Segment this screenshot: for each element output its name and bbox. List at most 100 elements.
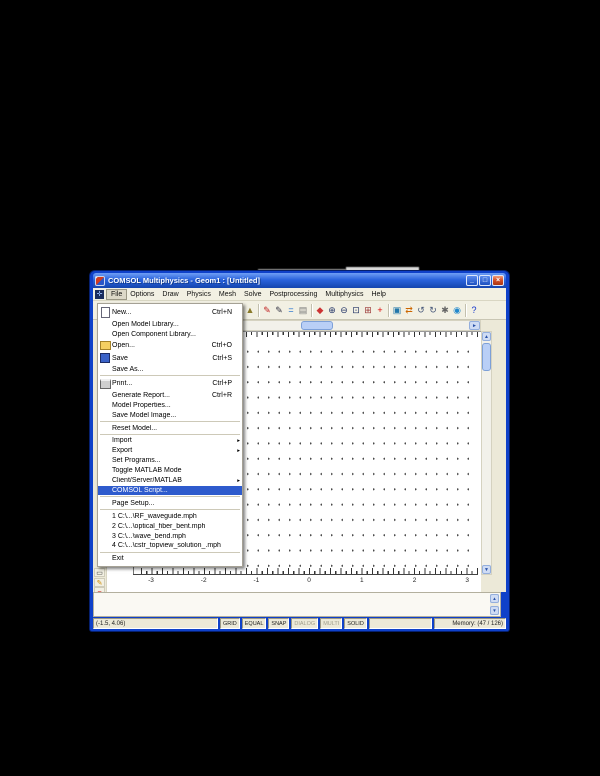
menu-item-multiphysics[interactable]: Multiphysics — [321, 290, 367, 299]
file-menu-item-exit[interactable]: Exit — [98, 554, 242, 564]
draw-mode-icon[interactable]: ✎ — [261, 303, 273, 317]
window-title: COMSOL Multiphysics - Geom1 : [Untitled] — [108, 276, 260, 285]
title-bar[interactable]: COMSOL Multiphysics - Geom1 : [Untitled]… — [93, 273, 506, 288]
menu-item-physics[interactable]: Physics — [183, 290, 215, 299]
menu-item-label: 4 C:\...\cstr_topview_solution_.mph — [112, 542, 221, 550]
file-menu-item-open[interactable]: Open... Ctrl+O — [98, 340, 242, 352]
x-axis-label: 1 — [359, 577, 364, 584]
file-menu-item-2-c-optical-fiber-bent-mph[interactable]: 2 C:\...\optical_fiber_bent.mph — [98, 521, 242, 531]
status-toggle-dialog[interactable]: DIALOG — [291, 618, 319, 629]
menu-item-mesh[interactable]: Mesh — [215, 290, 240, 299]
settings-icon[interactable]: ✱ — [439, 303, 451, 317]
file-menu-item-print[interactable]: Print... Ctrl+P — [98, 377, 242, 390]
menu-item-label: Model Properties... — [112, 401, 171, 409]
menu-item-icon-slot — [98, 341, 112, 351]
model-navigator-icon[interactable]: ▲ — [244, 303, 256, 317]
menu-item-shortcut: Ctrl+S — [212, 354, 232, 362]
status-toggle-solid[interactable]: SOLID — [344, 618, 367, 629]
x-axis-label: 3 — [465, 577, 469, 584]
help-icon[interactable]: ? — [468, 303, 480, 317]
file-menu-item-export[interactable]: Export ▸ — [98, 446, 242, 456]
menu-item-file[interactable]: File — [107, 289, 127, 299]
scroll-up-icon[interactable]: ▲ — [482, 332, 491, 341]
menu-item-draw[interactable]: Draw — [158, 290, 182, 299]
file-menu-item-open-model-library[interactable]: Open Model Library... — [98, 320, 242, 330]
menu-item-label: Export — [112, 447, 133, 455]
menu-item-label: Set Programs... — [112, 457, 161, 465]
menu-item-label: Open... — [112, 342, 135, 350]
menu-item-help[interactable]: Help — [368, 290, 390, 299]
x-axis-label: -1 — [253, 577, 260, 584]
cursor-coordinates: (-1.5, 4.06) — [93, 618, 218, 629]
geom-window-icon[interactable]: ✛ — [95, 289, 104, 299]
file-menu-item-page-setup[interactable]: Page Setup... — [98, 498, 242, 508]
log-scroll-down-icon[interactable]: ▼ — [490, 606, 499, 615]
menu-item-solve[interactable]: Solve — [240, 290, 266, 299]
file-menu-item-1-c-rf-waveguide-mph[interactable]: 1 C:\...\RF_waveguide.mph — [98, 511, 242, 521]
maximize-button[interactable]: □ — [479, 275, 491, 286]
physics-mode-icon[interactable]: ✎ — [273, 303, 285, 317]
log-scrollbar[interactable]: ▲ ▼ — [490, 594, 499, 615]
select-objects-icon[interactable]: ▣ — [391, 303, 403, 317]
file-menu-item-new[interactable]: New... Ctrl+N — [98, 306, 242, 320]
file-menu-item-4-c-cstr-topview-solution-mph[interactable]: 4 C:\...\cstr_topview_solution_.mph — [98, 541, 242, 551]
zoom-extents-icon[interactable]: ⊞ — [362, 303, 374, 317]
menu-item-postprocessing[interactable]: Postprocessing — [266, 290, 322, 299]
file-menu-item-save-as[interactable]: Save As... — [98, 365, 242, 375]
file-menu-item-import[interactable]: Import ▸ — [98, 436, 242, 446]
message-log[interactable]: ▲ ▼ — [93, 592, 501, 617]
pan-icon[interactable]: ⇄ — [403, 303, 415, 317]
menu-item-shortcut: Ctrl+N — [211, 309, 232, 317]
vertical-scroll-thumb[interactable] — [482, 343, 491, 371]
toolbar-separator — [465, 303, 466, 317]
status-toggle-multi[interactable]: MULTI — [320, 618, 343, 629]
menu-item-label: Save Model Image... — [112, 411, 177, 419]
mesh-mode-icon[interactable]: ▤ — [297, 303, 309, 317]
zoom-window-icon[interactable]: ⊡ — [350, 303, 362, 317]
status-toggle-grid[interactable]: GRID — [220, 618, 240, 629]
zoom-out-icon[interactable]: ⊖ — [338, 303, 350, 317]
minimize-button[interactable]: _ — [466, 275, 478, 286]
log-scroll-up-icon[interactable]: ▲ — [490, 594, 499, 603]
x-axis-label: 2 — [412, 577, 417, 584]
menu-item-label: Client/Server/MATLAB — [112, 477, 182, 485]
scroll-right-icon[interactable]: ► — [469, 321, 480, 330]
file-menu-item-toggle-matlab-mode[interactable]: Toggle MATLAB Mode — [98, 466, 242, 476]
file-menu-item-3-c-wave-bend-mph[interactable]: 3 C:\...\wave_bend.mph — [98, 531, 242, 541]
file-menu-item-comsol-script[interactable]: COMSOL Script... — [98, 485, 242, 496]
rotate-ccw-icon[interactable]: ↺ — [415, 303, 427, 317]
x-axis-label: -2 — [200, 577, 207, 584]
scene-light-icon[interactable]: ◉ — [451, 303, 463, 317]
menu-item-icon-slot — [98, 307, 112, 319]
close-button[interactable]: × — [492, 275, 504, 286]
status-toggle-equal[interactable]: EQUAL — [241, 618, 267, 629]
horizontal-scroll-thumb[interactable] — [301, 321, 333, 330]
menu-item-label: Toggle MATLAB Mode — [112, 467, 182, 475]
x-axis-line — [133, 574, 478, 575]
submenu-arrow-icon: ▸ — [237, 447, 240, 454]
menu-item-icon-slot — [98, 353, 112, 364]
file-menu-item-client-server-matlab[interactable]: Client/Server/MATLAB ▸ — [98, 476, 242, 486]
scroll-down-icon[interactable]: ▼ — [482, 565, 491, 574]
menu-item-options[interactable]: Options — [126, 290, 158, 299]
draw-line-icon[interactable]: ✎ — [94, 577, 105, 587]
toolbar-icons: ▲ ✎ ✎ = ▤ ◆ ⊕ ⊖ ⊡ ⊞ + ▣ ⇄ ↺ ↻ ✱ ◉? — [244, 303, 480, 317]
file-menu-item-model-properties[interactable]: Model Properties... — [98, 400, 242, 410]
equation-system-icon[interactable]: = — [285, 303, 297, 317]
menu-item-label: New... — [112, 309, 132, 317]
file-menu-item-open-component-library[interactable]: Open Component Library... — [98, 330, 242, 340]
rotate-cw-icon[interactable]: ↻ — [427, 303, 439, 317]
file-menu-item-save[interactable]: Save Ctrl+S — [98, 352, 242, 365]
vertical-scrollbar[interactable]: ▲ ▼ — [481, 331, 492, 575]
file-menu-item-generate-report[interactable]: Generate Report... Ctrl+R — [98, 390, 242, 400]
menu-item-label: Generate Report... — [112, 391, 170, 399]
file-menu-item-save-model-image[interactable]: Save Model Image... — [98, 410, 242, 420]
status-toggle-snap[interactable]: SNAP — [268, 618, 290, 629]
zoom-in-icon[interactable]: ⊕ — [326, 303, 338, 317]
draw-point-icon[interactable]: + — [374, 303, 386, 317]
file-menu-item-reset-model[interactable]: Reset Model... — [98, 423, 242, 433]
menu-item-label: COMSOL Script... — [112, 486, 168, 494]
plot-parameters-icon[interactable]: ◆ — [314, 303, 326, 317]
file-menu-item-set-programs[interactable]: Set Programs... — [98, 456, 242, 466]
draw-rectangle-icon[interactable]: ▭ — [94, 568, 105, 577]
